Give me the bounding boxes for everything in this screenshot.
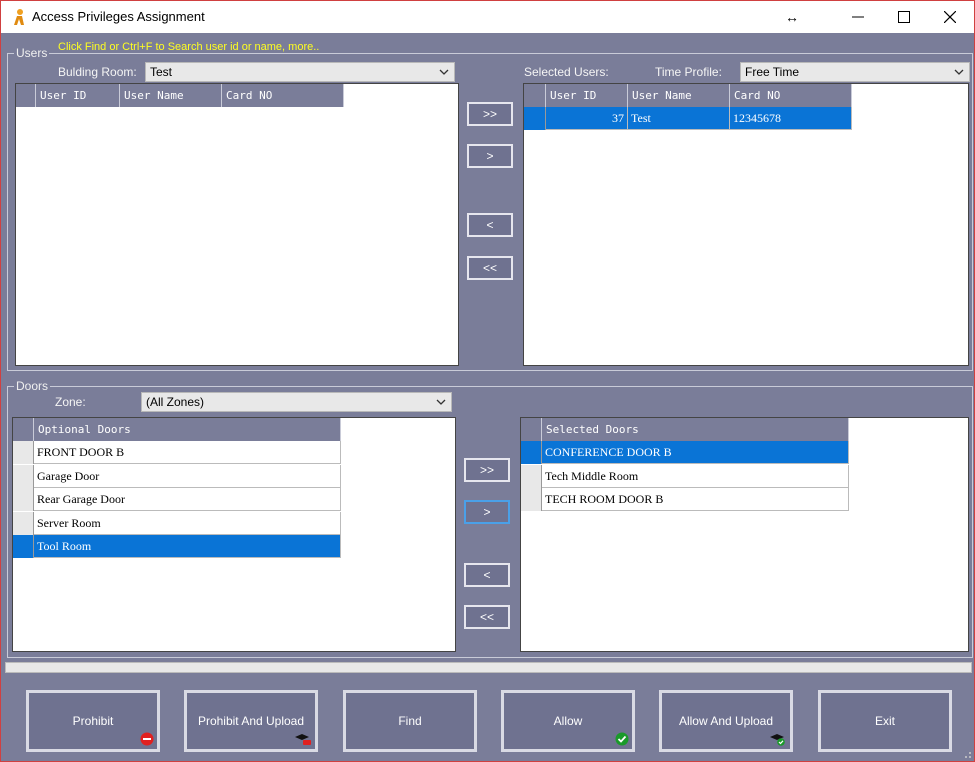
list-item[interactable]: Tool Room	[13, 535, 341, 558]
row-selector[interactable]	[521, 464, 542, 488]
list-item[interactable]: TECH ROOM DOOR B	[521, 488, 849, 511]
prohibit-button[interactable]: Prohibit	[26, 690, 160, 752]
building-room-value: Test	[150, 65, 173, 79]
window-title: Access Privileges Assignment	[32, 9, 205, 24]
maximize-icon	[898, 11, 910, 23]
column-header-card-no[interactable]: Card NO	[730, 84, 852, 107]
door-name: Rear Garage Door	[34, 488, 341, 511]
graduation-cap-prohibit-icon	[295, 734, 311, 745]
cell-user-id: 37	[546, 107, 628, 130]
zone-value: (All Zones)	[146, 395, 205, 409]
allow-label: Allow	[553, 714, 583, 728]
row-header-column	[16, 84, 36, 107]
building-room-select[interactable]: Test	[145, 62, 455, 82]
doors-group-label: Doors	[14, 379, 51, 393]
row-selector[interactable]	[521, 441, 542, 464]
allow-and-upload-label: Allow And Upload	[678, 714, 774, 728]
available-users-grid[interactable]: User ID User Name Card NO	[15, 83, 459, 366]
door-name: TECH ROOM DOOR B	[542, 488, 849, 511]
title-bar: Access Privileges Assignment ↔	[1, 1, 974, 33]
selected-users-label: Selected Users:	[524, 65, 609, 79]
access-privileges-window: Access Privileges Assignment ↔ Users Cli…	[0, 0, 975, 762]
move-door-left-button[interactable]: <	[464, 563, 510, 587]
row-selector[interactable]	[13, 441, 34, 464]
search-hint-link[interactable]: Click Find or Ctrl+F to Search user id o…	[58, 41, 319, 53]
door-name: Garage Door	[34, 464, 341, 488]
allow-button[interactable]: Allow	[501, 690, 635, 752]
list-item[interactable]: CONFERENCE DOOR B	[521, 441, 849, 464]
move-all-doors-left-button[interactable]: <<	[464, 605, 510, 629]
time-profile-value: Free Time	[745, 65, 800, 79]
row-selector[interactable]	[13, 488, 34, 511]
cell-card-no: 12345678	[730, 107, 852, 130]
prohibit-and-upload-label: Prohibit And Upload	[197, 714, 305, 728]
allow-and-upload-button[interactable]: Allow And Upload	[659, 690, 793, 752]
resize-icon: ↔	[785, 9, 799, 25]
prohibit-label: Prohibit	[72, 714, 114, 728]
row-selector[interactable]	[13, 535, 34, 558]
chevron-down-icon	[954, 69, 964, 75]
cell-user-name: Test	[628, 107, 730, 130]
no-entry-icon	[140, 732, 154, 746]
prohibit-and-upload-button[interactable]: Prohibit And Upload	[184, 690, 318, 752]
chevron-down-icon	[439, 69, 449, 75]
column-header-user-name[interactable]: User Name	[120, 84, 222, 107]
selected-doors-grid[interactable]: Selected Doors CONFERENCE DOOR B Tech Mid…	[520, 417, 969, 652]
find-button[interactable]: Find	[343, 690, 477, 752]
row-header-column	[524, 84, 546, 107]
row-selector[interactable]	[13, 511, 34, 535]
exit-button[interactable]: Exit	[818, 690, 952, 752]
zone-select[interactable]: (All Zones)	[141, 392, 452, 412]
column-header-selected-doors[interactable]: Selected Doors	[542, 418, 849, 441]
time-profile-label: Time Profile:	[655, 65, 722, 79]
list-item[interactable]: FRONT DOOR B	[13, 441, 341, 464]
move-all-doors-right-button[interactable]: >>	[464, 458, 510, 482]
table-row[interactable]: 37 Test 12345678	[524, 107, 852, 130]
check-circle-icon	[615, 732, 629, 746]
resize-grip-icon[interactable]	[962, 749, 972, 759]
users-group-label: Users	[14, 46, 50, 60]
person-key-icon	[14, 9, 24, 25]
row-header-column	[13, 418, 34, 441]
row-header-column	[521, 418, 542, 441]
column-header-card-no[interactable]: Card NO	[222, 84, 344, 107]
door-name: Tech Middle Room	[542, 464, 849, 488]
list-item[interactable]: Tech Middle Room	[521, 464, 849, 488]
move-user-right-button[interactable]: >	[467, 144, 513, 168]
row-selector[interactable]	[524, 107, 546, 130]
find-label: Find	[398, 714, 422, 728]
zone-label: Zone:	[55, 395, 86, 409]
move-door-right-button[interactable]: >	[464, 500, 510, 524]
move-all-users-right-button[interactable]: >>	[467, 102, 513, 126]
column-header-optional-doors[interactable]: Optional Doors	[34, 418, 341, 441]
column-header-user-name[interactable]: User Name	[628, 84, 730, 107]
door-name: CONFERENCE DOOR B	[542, 441, 849, 464]
chevron-down-icon	[436, 399, 446, 405]
graduation-cap-check-icon	[770, 734, 785, 746]
column-header-user-id[interactable]: User ID	[36, 84, 120, 107]
list-item[interactable]: Garage Door	[13, 464, 341, 488]
row-selector[interactable]	[13, 464, 34, 488]
column-header-user-id[interactable]: User ID	[546, 84, 628, 107]
selected-users-grid[interactable]: User ID User Name Card NO 37 Test 123456…	[523, 83, 969, 366]
minimize-icon	[852, 16, 864, 18]
list-item[interactable]: Rear Garage Door	[13, 488, 341, 511]
door-name: Server Room	[34, 511, 341, 535]
move-user-left-button[interactable]: <	[467, 213, 513, 237]
progress-bar	[5, 662, 972, 673]
row-selector[interactable]	[521, 488, 542, 511]
move-all-users-left-button[interactable]: <<	[467, 256, 513, 280]
time-profile-select[interactable]: Free Time	[740, 62, 970, 82]
list-item[interactable]: Server Room	[13, 511, 341, 535]
optional-doors-grid[interactable]: Optional Doors FRONT DOOR B Garage Door Re…	[12, 417, 456, 652]
door-name: FRONT DOOR B	[34, 441, 341, 464]
minimize-button[interactable]	[835, 1, 881, 33]
maximize-button[interactable]	[881, 1, 927, 33]
close-button[interactable]	[927, 1, 973, 33]
close-icon	[944, 11, 956, 23]
building-room-label: Bulding Room:	[58, 65, 137, 79]
exit-label: Exit	[874, 714, 895, 728]
door-name: Tool Room	[34, 535, 341, 558]
